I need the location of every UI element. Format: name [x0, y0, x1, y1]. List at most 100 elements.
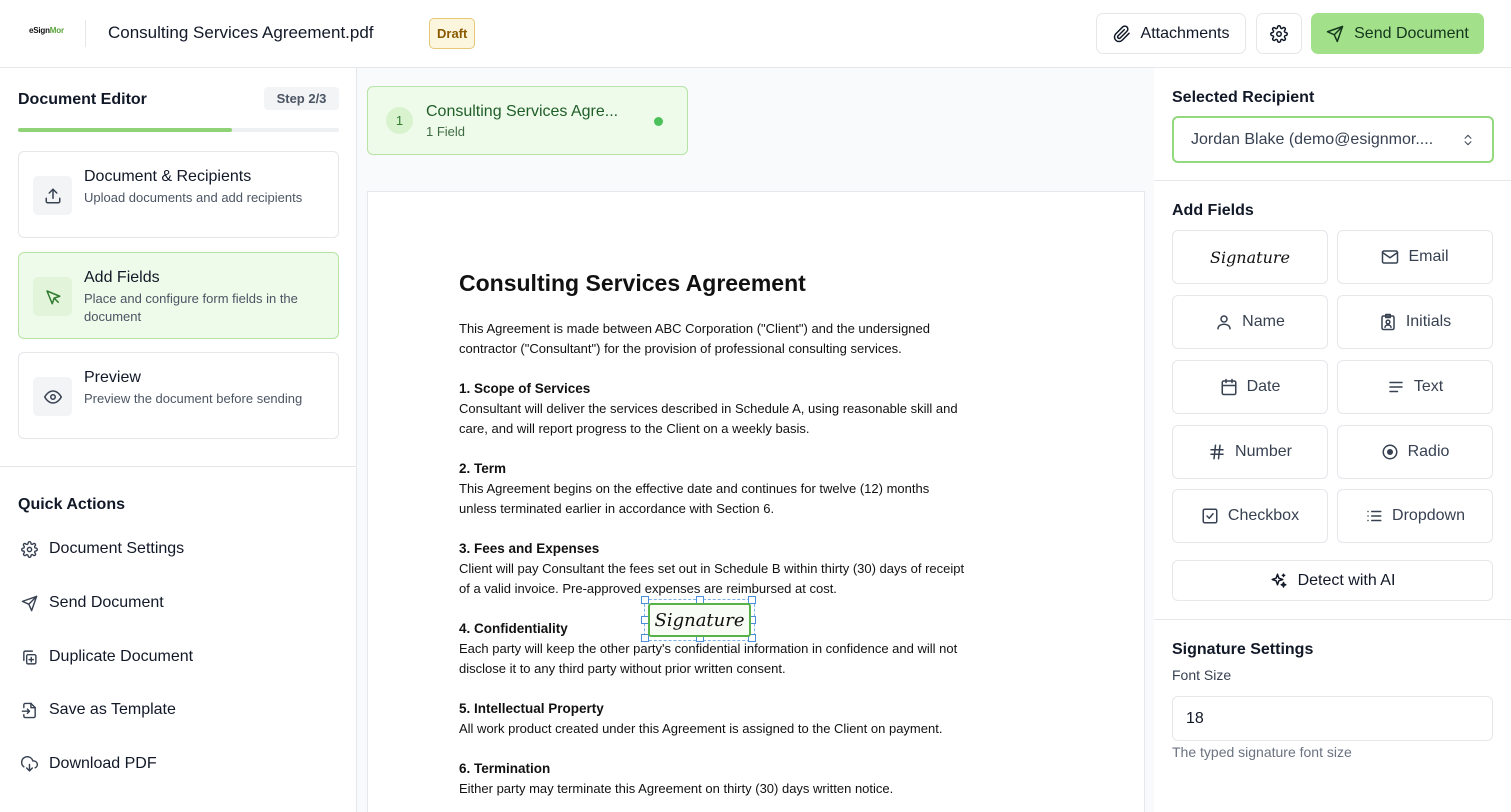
calendar-icon — [1220, 378, 1238, 396]
user-icon — [1215, 313, 1233, 331]
settings-button[interactable] — [1256, 13, 1302, 54]
step-document-recipients[interactable]: Document & Recipients Upload documents a… — [18, 151, 339, 238]
document-section: 6. Termination Either party may terminate… — [459, 759, 969, 799]
document-tab-field-count: 1 Field — [426, 124, 466, 139]
divider — [85, 20, 86, 47]
section-title: 1. Scope of Services — [459, 381, 591, 396]
sparkles-icon — [1270, 572, 1288, 590]
document-canvas: 1 Consulting Services Agre... 1 Field Co… — [357, 68, 1154, 812]
document-tab[interactable]: 1 Consulting Services Agre... 1 Field — [367, 86, 688, 155]
field-type-checkbox[interactable]: Checkbox — [1172, 489, 1328, 543]
field-label: Text — [1413, 378, 1444, 395]
field-label: Dropdown — [1392, 507, 1465, 524]
radio-icon — [1381, 443, 1399, 461]
chevron-up-down-icon — [1461, 132, 1475, 148]
checkbox-icon — [1201, 507, 1219, 525]
document-tab-number: 1 — [386, 107, 413, 134]
step-add-fields[interactable]: Add Fields Place and configure form fiel… — [18, 252, 339, 339]
quick-action-save-as-template[interactable]: Save as Template — [18, 695, 338, 725]
step-title: Add Fields — [84, 269, 160, 286]
quick-action-label: Duplicate Document — [49, 648, 194, 665]
document-content: Consulting Services Agreement This Agree… — [459, 270, 969, 812]
field-label: Signature — [1209, 247, 1290, 267]
signature-settings-title: Signature Settings — [1172, 641, 1314, 658]
list-icon — [1365, 507, 1383, 525]
quick-action-label: Document Settings — [49, 540, 185, 557]
divider — [1154, 619, 1511, 620]
template-icon — [18, 702, 40, 719]
quick-action-label: Download PDF — [49, 755, 157, 772]
quick-action-send-document[interactable]: Send Document — [18, 588, 338, 618]
font-size-label: Font Size — [1172, 667, 1232, 683]
field-type-radio[interactable]: Radio — [1337, 425, 1493, 479]
divider — [1154, 180, 1511, 181]
duplicate-icon — [18, 649, 40, 666]
document-section: 1. Scope of Services Consultant will deli… — [459, 379, 969, 439]
field-type-name[interactable]: Name — [1172, 295, 1328, 349]
field-type-email[interactable]: Email — [1337, 230, 1493, 284]
document-page[interactable]: Consulting Services Agreement This Agree… — [367, 191, 1145, 812]
field-type-date[interactable]: Date — [1172, 360, 1328, 414]
divider — [0, 466, 356, 467]
field-type-number[interactable]: Number — [1172, 425, 1328, 479]
step-description: Upload documents and add recipients — [84, 190, 303, 205]
sidebar-title: Document Editor — [18, 91, 147, 108]
step-progress-fill — [18, 128, 233, 132]
step-title: Preview — [84, 369, 141, 386]
recipient-select-value: Jordan Blake (demo@esignmor.... — [1191, 130, 1434, 148]
section-body: All work product created under this Agre… — [459, 721, 943, 736]
status-dot — [654, 117, 663, 126]
step-description: Preview the document before sending — [84, 391, 303, 406]
quick-action-document-settings[interactable]: Document Settings — [18, 534, 338, 564]
editor-sidebar: Document Editor Step 2/3 Document & Reci… — [0, 68, 357, 812]
download-icon — [18, 755, 40, 773]
field-label: Number — [1235, 443, 1292, 460]
section-body: Either party may terminate this Agreemen… — [459, 781, 894, 796]
quick-actions-title: Quick Actions — [18, 496, 125, 513]
gear-icon — [1270, 24, 1288, 43]
field-label: Name — [1242, 313, 1285, 330]
placed-signature-field[interactable]: Signature — [648, 603, 751, 637]
id-badge-icon — [1379, 313, 1397, 331]
recipient-select[interactable]: Jordan Blake (demo@esignmor.... — [1172, 116, 1494, 163]
field-type-text[interactable]: Text — [1337, 360, 1493, 414]
hash-icon — [1208, 443, 1226, 461]
step-description: Place and configure form fields in the d… — [84, 291, 298, 324]
detect-with-ai-label: Detect with AI — [1297, 571, 1396, 589]
section-body: Client will pay Consultant the fees set … — [459, 561, 965, 596]
detect-with-ai-button[interactable]: Detect with AI — [1172, 560, 1493, 601]
status-badge: Draft — [429, 18, 476, 49]
section-body: Each party will keep the other party's c… — [459, 641, 958, 676]
add-fields-title: Add Fields — [1172, 202, 1254, 219]
field-type-signature[interactable]: Signature — [1172, 230, 1328, 284]
send-icon — [1326, 25, 1344, 43]
top-bar: eSignMor Consulting Services Agreement.p… — [0, 0, 1511, 68]
field-label: Initials — [1405, 313, 1452, 330]
attachments-button[interactable]: Attachments — [1096, 13, 1246, 54]
send-icon — [18, 595, 40, 612]
field-type-initials[interactable]: Initials — [1337, 295, 1493, 349]
document-intro: This Agreement is made between ABC Corpo… — [459, 321, 930, 356]
cursor-icon — [33, 277, 72, 316]
section-title: 5. Intellectual Property — [459, 701, 604, 716]
font-size-input[interactable] — [1172, 696, 1493, 741]
step-progress-bar — [18, 128, 339, 132]
paperclip-icon — [1113, 24, 1131, 43]
document-section: 3. Fees and Expenses Client will pay Cons… — [459, 539, 969, 599]
section-title: 6. Termination — [459, 761, 551, 776]
send-document-button[interactable]: Send Document — [1311, 13, 1484, 54]
field-label: Email — [1408, 248, 1449, 265]
fields-panel: Selected Recipient Jordan Blake (demo@es… — [1154, 68, 1511, 812]
app-logo[interactable]: eSignMor — [29, 26, 64, 35]
send-document-label: Send Document — [1354, 24, 1469, 42]
quick-action-duplicate-document[interactable]: Duplicate Document — [18, 642, 338, 672]
quick-action-download-pdf[interactable]: Download PDF — [18, 749, 338, 779]
document-section: 2. Term This Agreement begins on the effe… — [459, 459, 969, 519]
quick-action-label: Send Document — [49, 594, 164, 611]
field-type-dropdown[interactable]: Dropdown — [1337, 489, 1493, 543]
section-body: Consultant will deliver the services des… — [459, 401, 958, 436]
step-preview[interactable]: Preview Preview the document before send… — [18, 352, 339, 439]
quick-action-label: Save as Template — [49, 701, 176, 718]
document-section: 5. Intellectual Property All work product… — [459, 699, 969, 739]
document-heading: Consulting Services Agreement — [459, 270, 806, 296]
